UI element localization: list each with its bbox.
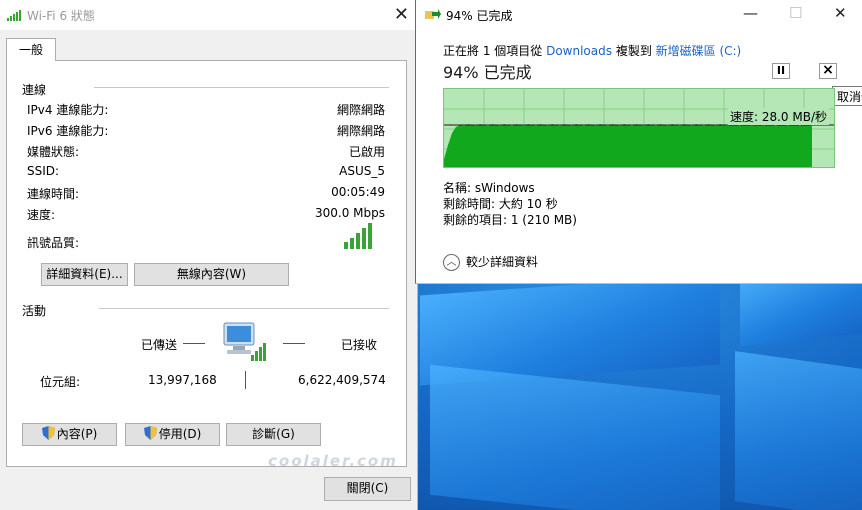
bytes-divider (245, 371, 246, 389)
speed-graph-canvas (444, 89, 834, 167)
wifi-status-window: Wi-Fi 6 狀態 ✕ 一般 連線 IPv4 連線能力: 網際網路 IPv6 … (0, 0, 418, 510)
progress-percent-text: 94% 已完成 (443, 63, 532, 82)
less-details-toggle[interactable]: ︿ 較少詳細資料 (443, 253, 538, 271)
row-value: 已啟用 (348, 145, 385, 159)
disable-label: 停用(D) (158, 427, 202, 441)
title-bar[interactable]: Wi-Fi 6 狀態 ✕ (0, 0, 417, 30)
received-label: 已接收 (341, 338, 378, 352)
tab-general[interactable]: 一般 (6, 38, 56, 61)
info-row: 媒體狀態: 已啟用 (27, 143, 385, 161)
window-title: Wi-Fi 6 狀態 (27, 9, 95, 23)
less-details-label: 較少詳細資料 (466, 255, 539, 269)
copy-mid: 複製到 (612, 44, 656, 58)
close-button[interactable]: 關閉(C) (324, 477, 411, 501)
row-value: 網際網路 (336, 103, 385, 117)
speed-label: 速度: 28.0 MB/秒 (727, 108, 829, 125)
info-row: IPv6 連線能力: 網際網路 (27, 122, 385, 140)
network-computer-icon (223, 322, 266, 361)
signal-strength-icon (344, 223, 372, 249)
watermark: coolaler.com (268, 452, 398, 470)
signal-quality-label: 訊號品質: (27, 236, 80, 250)
file-name: 名稱: sWindows (443, 181, 535, 195)
window-title: 94% 已完成 (446, 9, 513, 23)
connection-group-title: 連線 (22, 83, 47, 97)
copy-folder-icon (425, 9, 441, 19)
row-label: 連線時間: (27, 187, 80, 201)
info-row: 連線時間: 00:05:49 (27, 185, 385, 203)
received-line (283, 343, 305, 344)
diagnose-button[interactable]: 診斷(G) (226, 423, 321, 446)
row-value: 300.0 Mbps (314, 206, 385, 220)
copy-description: 正在將 1 個項目從 Downloads 複製到 新增磁碟區 (C:) (443, 42, 741, 59)
transfer-speed-graph: 速度: 28.0 MB/秒 (443, 88, 835, 168)
divider (99, 308, 389, 309)
wallpaper-pane (430, 364, 720, 510)
row-label: IPv6 連線能力: (27, 124, 109, 138)
uac-shield-icon (143, 426, 157, 440)
wifi-signal-icon (7, 10, 21, 21)
cancel-button[interactable]: × (819, 63, 837, 79)
time-remaining: 剩餘時間: 大約 10 秒 (443, 197, 558, 211)
speed-area (444, 124, 812, 167)
close-icon[interactable]: ✕ (834, 4, 847, 22)
row-label: 速度: (27, 208, 56, 222)
info-row: SSID: ASUS_5 (27, 164, 385, 182)
disable-button[interactable]: 停用(D) (125, 423, 220, 446)
row-label: 媒體狀態: (27, 145, 80, 159)
row-label: IPv4 連線能力: (27, 103, 109, 117)
details-button[interactable]: 詳細資料(E)... (41, 263, 128, 286)
row-value: 00:05:49 (331, 185, 385, 199)
properties-label: 內容(P) (56, 427, 98, 441)
chevron-up-icon: ︿ (443, 254, 460, 271)
minimize-icon[interactable]: — (743, 4, 758, 22)
title-bar[interactable]: 94% 已完成 — ☐ ✕ (416, 0, 862, 30)
divider (94, 87, 389, 88)
source-link[interactable]: Downloads (546, 44, 612, 58)
properties-button[interactable]: 內容(P) (22, 423, 117, 446)
maximize-icon[interactable]: ☐ (789, 4, 802, 22)
wallpaper-pane (735, 351, 862, 510)
bytes-received: 6,622,409,574 (298, 373, 386, 387)
row-label: SSID: (27, 164, 60, 178)
wireless-properties-button[interactable]: 無線內容(W) (134, 263, 289, 286)
bytes-sent: 13,997,168 (148, 373, 217, 387)
cancel-tooltip: 取消作 (832, 86, 862, 106)
close-icon[interactable]: ✕ (394, 4, 409, 25)
info-row: 速度: 300.0 Mbps (27, 206, 385, 224)
destination-link[interactable]: 新增磁碟區 (C:) (656, 44, 742, 58)
row-value: ASUS_5 (339, 164, 385, 178)
activity-group-title: 活動 (22, 304, 47, 318)
bytes-label: 位元組: (40, 375, 81, 389)
items-remaining: 剩餘的項目: 1 (210 MB) (443, 213, 577, 227)
copy-prefix: 正在將 1 個項目從 (443, 44, 547, 58)
general-panel: 連線 IPv4 連線能力: 網際網路 IPv6 連線能力: 網際網路 媒體狀態:… (6, 60, 407, 467)
copy-progress-window: 94% 已完成 — ☐ ✕ 正在將 1 個項目從 Downloads 複製到 新… (415, 0, 862, 284)
sent-line (183, 343, 205, 344)
sent-label: 已傳送 (141, 338, 178, 352)
row-value: 網際網路 (336, 124, 385, 138)
uac-shield-icon (41, 426, 55, 440)
info-row: IPv4 連線能力: 網際網路 (27, 101, 385, 119)
pause-button[interactable]: II (772, 63, 790, 79)
